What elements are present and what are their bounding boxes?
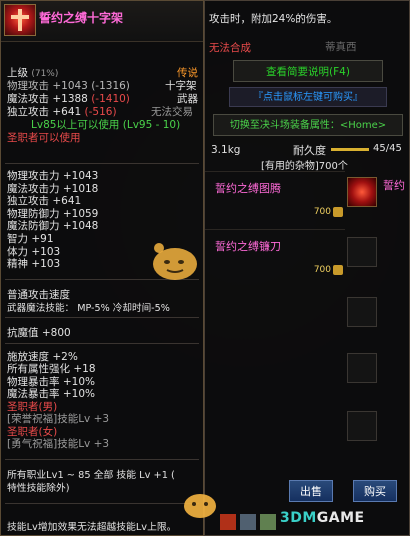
bonus-list: 施放速度 +2% 所有属性强化 +18 物理暴击率 +10% 魔法暴击率 +10… bbox=[7, 351, 96, 401]
stat-int: 智力 +91 bbox=[7, 232, 54, 245]
divider bbox=[5, 343, 199, 344]
shop-item-price: 700 bbox=[313, 265, 331, 275]
job-requirement: 圣职者可以使用 bbox=[7, 132, 81, 144]
shop-item-name: 誓约之缚图腾 bbox=[215, 182, 281, 195]
divider bbox=[5, 163, 199, 164]
click-to-buy-hint[interactable]: 『点击鼠标左键可购买』 bbox=[229, 87, 387, 107]
skill-icon bbox=[220, 514, 236, 530]
stat-phys-def: 物理防御力 +1059 bbox=[7, 207, 99, 220]
shop-item-price: 700 bbox=[313, 207, 331, 217]
stat-ind-atk: 独立攻击 +641 bbox=[7, 195, 82, 208]
stat-mag-def: 魔法防御力 +1048 bbox=[7, 220, 99, 233]
weapon-skill: 武器魔法技能： MP-5% 冷却时间-5% bbox=[7, 303, 170, 314]
shop-item-slot[interactable] bbox=[347, 297, 377, 327]
cross-weapon-icon bbox=[4, 4, 36, 36]
tooltip-header: 誓约之缚十字架 bbox=[1, 1, 203, 42]
switch-pvp-stats-button[interactable]: 切换至决斗场装备属性：<Home> bbox=[213, 114, 403, 136]
divider bbox=[5, 459, 199, 460]
mascot-icon bbox=[184, 494, 216, 518]
shop-list-item[interactable]: 誓约之缚图腾 700 bbox=[205, 171, 345, 222]
item-icon bbox=[260, 514, 276, 530]
bottom-icons bbox=[218, 512, 278, 532]
buy-button[interactable]: 购买 bbox=[353, 480, 397, 502]
item-tooltip: 誓约之缚十字架 上级 (71%) 传说 物理攻击 +1043 (-1316) 十… bbox=[0, 0, 204, 536]
npc-name: 蒂真西 bbox=[325, 41, 357, 53]
material-icon bbox=[333, 265, 343, 275]
item-effect-desc: 攻击时，附加24%的伤害。 bbox=[209, 13, 338, 25]
watermark-game: GAME bbox=[316, 510, 365, 526]
skill-cap-note: 技能Lv增加效果无法超越技能Lv上限。 bbox=[7, 522, 177, 533]
durability-value: 45/45 bbox=[373, 143, 402, 154]
durability-bar bbox=[331, 148, 369, 151]
bonus-element: 所有属性强化 +18 bbox=[7, 363, 96, 376]
shop-item-name: 誓约之缚镰刀 bbox=[215, 240, 281, 253]
resist-value: 抗魔值 +800 bbox=[7, 327, 71, 339]
mascot-watermark-icon bbox=[153, 243, 197, 280]
all-job-skill-2: 特性技能除外) bbox=[7, 483, 70, 494]
shop-list-item[interactable]: 誓约之缚镰刀 700 bbox=[205, 229, 345, 280]
shop-item-name-right: 誓约 bbox=[383, 179, 405, 192]
shop-panel: 攻击时，附加24%的伤害。 无法合成 蒂真西 查看简要说明(F4) 『点击鼠标左… bbox=[204, 0, 410, 536]
divider bbox=[5, 503, 199, 504]
shop-item-slot[interactable] bbox=[347, 177, 377, 207]
watermark-num: 3DM bbox=[280, 510, 317, 526]
cond-job-male: 圣职者(男) bbox=[7, 401, 58, 413]
stat-mag-atk: 魔法攻击力 +1018 bbox=[7, 182, 99, 195]
stat-spr: 精神 +103 bbox=[7, 258, 61, 271]
cond-skill-2: [勇气祝福]技能Lv +3 bbox=[7, 438, 110, 451]
bonus-mag-crit: 魔法暴击率 +10% bbox=[7, 388, 95, 401]
bonus-phys-crit: 物理暴击率 +10% bbox=[7, 375, 95, 388]
cond-job-female: 圣职者(女) bbox=[7, 425, 58, 438]
durability-label: 耐久度 bbox=[293, 144, 326, 157]
item-weight: 3.1kg bbox=[211, 144, 241, 156]
conditional-list: 圣职者(男) [荣誉祝福]技能Lv +3 圣职者(女) [勇气祝福]技能Lv +… bbox=[7, 401, 109, 451]
view-summary-button[interactable]: 查看简要说明(F4) bbox=[233, 60, 383, 82]
material-icon bbox=[333, 207, 343, 217]
cond-skill-1: [荣誉祝福]技能Lv +3 bbox=[7, 413, 110, 426]
material-requirement: [有用的杂物]700个 bbox=[261, 161, 348, 172]
bonus-cast-speed: 施放速度 +2% bbox=[7, 351, 78, 363]
watermark: 3DMGAME bbox=[280, 510, 365, 526]
stat-list: 物理攻击力 +1043 魔法攻击力 +1018 独立攻击 +641 物理防御力 … bbox=[7, 170, 98, 271]
shop-item-slot[interactable] bbox=[347, 411, 377, 441]
sell-button[interactable]: 出售 bbox=[289, 480, 333, 502]
divider bbox=[5, 317, 199, 318]
cannot-synthesize: 无法合成 bbox=[209, 42, 251, 54]
stat-vit: 体力 +103 bbox=[7, 245, 61, 258]
shop-item-slot[interactable] bbox=[347, 237, 377, 267]
all-job-skill: 所有职业Lv1 ~ 85 全部 技能 Lv +1 ( bbox=[7, 470, 175, 481]
shop-item-slot[interactable] bbox=[347, 353, 377, 383]
item-name: 誓约之缚十字架 bbox=[39, 11, 124, 25]
item-icon bbox=[240, 514, 256, 530]
stat-phys-atk: 物理攻击力 +1043 bbox=[7, 170, 99, 182]
